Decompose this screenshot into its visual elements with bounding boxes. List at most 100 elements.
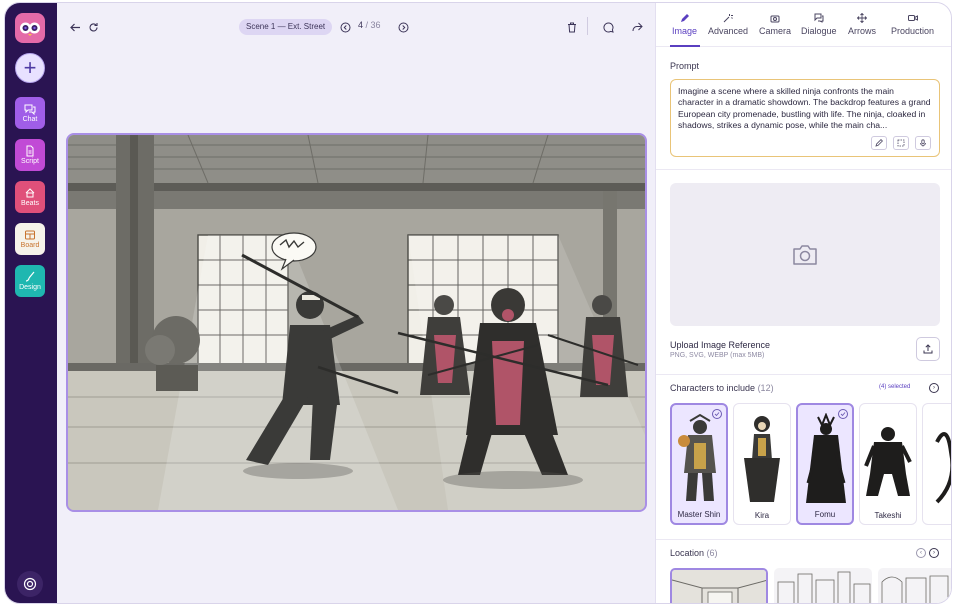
- chevron-right-icon: [398, 22, 408, 32]
- location-card[interactable]: [878, 568, 951, 603]
- upload-title: Upload Image Reference: [670, 340, 771, 350]
- upload-subtitle: PNG, SVG, WEBP (max 5MB): [670, 352, 765, 359]
- trash-icon: [568, 22, 576, 32]
- location-title: Location: [670, 548, 705, 558]
- sidebar-item-label: Beats: [21, 199, 39, 207]
- storyboard-icon: [25, 230, 35, 239]
- drum-icon: [25, 187, 35, 197]
- video-camera-icon: [907, 15, 918, 21]
- owl-logo-icon: [20, 22, 40, 36]
- character-name: Takeshi: [874, 511, 902, 520]
- characters-count: (12): [757, 383, 774, 393]
- partial-character-art: [935, 432, 951, 504]
- location-prev-button[interactable]: ‹: [916, 548, 926, 558]
- character-card-kira[interactable]: Kira: [733, 403, 791, 525]
- character-card-partial[interactable]: [922, 403, 951, 525]
- prompt-textarea[interactable]: Imagine a scene where a skilled ninja co…: [670, 79, 940, 157]
- share-arrow-icon: [632, 22, 643, 32]
- divider: [656, 374, 951, 375]
- location-carousel: [670, 568, 951, 603]
- lifebuoy-icon: [23, 577, 37, 591]
- storyboard-frame[interactable]: [66, 133, 647, 512]
- tab-production[interactable]: Production: [891, 13, 934, 36]
- document-icon: [26, 145, 34, 156]
- app-logo[interactable]: [15, 13, 45, 43]
- chevron-left-icon: [340, 22, 350, 32]
- edit-icon: [875, 139, 883, 147]
- selected-count: (4) selected: [879, 384, 911, 390]
- divider: [656, 539, 951, 540]
- add-button[interactable]: +: [15, 53, 45, 83]
- character-card-master-shin[interactable]: Master Shin: [670, 403, 728, 525]
- divider: [656, 169, 951, 170]
- tab-label: Advanced: [708, 26, 749, 36]
- sidebar-item-chat[interactable]: Chat: [15, 97, 45, 129]
- prompt-text: Imagine a scene where a skilled ninja co…: [678, 86, 931, 131]
- prev-page-button[interactable]: [337, 19, 353, 35]
- plus-icon: +: [23, 55, 37, 80]
- chat-bubbles-icon: [24, 104, 36, 115]
- character-name: Master Shin: [677, 510, 721, 519]
- sidebar-item-label: Board: [20, 241, 40, 249]
- kira-character-art: [744, 416, 780, 502]
- sidebar-item-script[interactable]: Script: [15, 139, 45, 171]
- character-name: Fomu: [814, 510, 836, 519]
- voice-input-button[interactable]: [915, 136, 931, 150]
- tab-image[interactable]: Image: [672, 13, 697, 36]
- sidebar-item-design[interactable]: Design: [15, 265, 45, 297]
- character-card-fomu[interactable]: Fomu: [796, 403, 854, 525]
- sidebar-item-beats[interactable]: Beats: [15, 181, 45, 213]
- move-arrows-icon: [857, 13, 867, 23]
- upload-button[interactable]: [916, 337, 940, 361]
- tab-arrows[interactable]: Arrows: [848, 13, 876, 36]
- tab-camera[interactable]: Camera: [759, 13, 791, 36]
- tab-dialogue[interactable]: Dialogue: [801, 13, 837, 36]
- sidebar-item-label: Design: [19, 283, 41, 291]
- brush-icon: [25, 271, 35, 282]
- back-button[interactable]: [67, 19, 83, 35]
- scene-selector[interactable]: Scene 1 — Ext. Street: [239, 19, 333, 35]
- location-count: (6): [706, 548, 718, 558]
- characters-title: Characters to include: [670, 383, 756, 393]
- tab-advanced[interactable]: Advanced: [708, 13, 748, 36]
- main-area: Scene 1 — Ext. Street 4 / 36: [57, 3, 655, 603]
- tab-label: Image: [672, 26, 698, 36]
- image-reference-dropzone[interactable]: [670, 183, 940, 326]
- characters-label: Characters to include (12): [670, 383, 774, 393]
- character-card-takeshi[interactable]: Takeshi: [859, 403, 917, 525]
- chevron-left-icon: ‹: [920, 550, 922, 556]
- sidebar-item-board[interactable]: Board: [15, 223, 45, 255]
- top-toolbar: Scene 1 — Ext. Street 4 / 36: [57, 3, 655, 49]
- character-name: Kira: [754, 511, 770, 520]
- comment-button[interactable]: [600, 19, 616, 35]
- pen-icon: [680, 14, 689, 22]
- edit-prompt-button[interactable]: [871, 136, 887, 150]
- location-card[interactable]: [774, 568, 872, 603]
- characters-next-button[interactable]: ›: [929, 383, 939, 393]
- help-button[interactable]: [17, 571, 43, 597]
- sidebar-item-label: Chat: [22, 115, 38, 123]
- next-page-button[interactable]: [395, 19, 411, 35]
- delete-button[interactable]: [564, 19, 580, 35]
- sidebar-item-label: Script: [21, 157, 39, 165]
- sidebar: + Chat Script Beats Board Design: [5, 3, 57, 603]
- takeshi-character-art: [864, 427, 912, 496]
- fomu-character-art: [806, 413, 846, 503]
- select-region-button[interactable]: [893, 136, 909, 150]
- location-next-button[interactable]: ›: [929, 548, 939, 558]
- chevron-right-icon: ›: [933, 550, 935, 556]
- speech-bubbles-icon: [814, 13, 824, 23]
- samurai-character-art: [678, 413, 716, 501]
- sparkle-wand-icon: [723, 14, 734, 23]
- prompt-label: Prompt: [670, 61, 700, 71]
- refresh-button[interactable]: [85, 19, 101, 35]
- properties-panel: Image Advanced Camera Dialogue Arrows Pr…: [655, 3, 951, 603]
- location-card[interactable]: [670, 568, 768, 603]
- tab-label: Camera: [759, 26, 792, 36]
- share-button[interactable]: [629, 19, 645, 35]
- ninja-scene-illustration: [68, 135, 645, 510]
- panel-tabs: Image Advanced Camera Dialogue Arrows Pr…: [656, 3, 951, 47]
- tab-label: Dialogue: [801, 26, 837, 36]
- tab-label: Production: [891, 26, 935, 36]
- comment-icon: [602, 21, 614, 33]
